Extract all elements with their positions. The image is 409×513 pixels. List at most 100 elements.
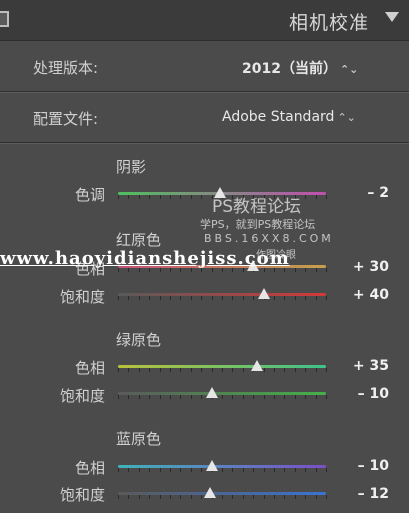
slider-label-blue-saturation: 饱和度 <box>59 486 105 504</box>
panel-toggle-icon[interactable] <box>0 11 9 27</box>
slider-tick <box>191 368 192 372</box>
slider-tick <box>326 495 327 499</box>
process-version-select[interactable]: 2012（当前） ⌃⌄ <box>242 58 358 78</box>
panel-title: 相机校准 <box>288 12 369 34</box>
updown-arrows-icon: ⌃⌄ <box>339 63 359 76</box>
slider-tick <box>305 195 306 199</box>
slider-tick <box>274 468 275 472</box>
slider-tick <box>274 395 275 399</box>
slider-tick <box>118 296 119 300</box>
blue-hue-value[interactable]: – 10 <box>358 458 389 474</box>
blue-saturation-value[interactable]: – 12 <box>358 486 389 502</box>
slider-label-green-hue: 色相 <box>74 359 105 377</box>
slider-tick <box>180 368 181 372</box>
slider-tick <box>316 268 317 272</box>
slider-label-green-saturation: 饱和度 <box>59 387 105 405</box>
slider-tick <box>253 296 254 300</box>
slider-tick <box>191 395 192 399</box>
red-saturation-value[interactable]: + 40 <box>353 287 389 303</box>
slider-tick <box>295 495 296 499</box>
slider-tick <box>326 395 327 399</box>
slider-tick <box>160 368 161 372</box>
slider-tick <box>326 296 327 300</box>
slider-tick <box>180 296 181 300</box>
slider-tick <box>118 195 119 199</box>
blue-saturation-thumb[interactable] <box>203 487 216 498</box>
slider-tick <box>326 468 327 472</box>
slider-label-blue-hue: 色相 <box>74 459 105 477</box>
panel-header[interactable]: 相机校准 <box>0 0 409 41</box>
slider-tick <box>139 468 140 472</box>
section-title-red-primary: 红原色 <box>116 231 162 249</box>
slider-tick <box>232 495 233 499</box>
slider-tick <box>139 368 140 372</box>
watermark-title: PS教程论坛 <box>212 197 302 217</box>
profile-select[interactable]: Adobe Standard ⌃⌄ <box>222 109 356 125</box>
slider-tick <box>180 195 181 199</box>
slider-tick <box>180 395 181 399</box>
slider-tick <box>180 495 181 499</box>
watermark-url: www.haoyidianshejiss.com <box>0 248 290 269</box>
green-hue-value[interactable]: + 35 <box>353 358 389 374</box>
camera-calibration-panel: 相机校准 处理版本: 2012（当前） ⌃⌄ 配置文件: Adobe Standa… <box>0 0 409 513</box>
slider-tick <box>305 368 306 372</box>
slider-tick <box>222 395 223 399</box>
green-hue-thumb[interactable] <box>251 360 264 371</box>
process-version-label: 处理版本: <box>33 59 99 77</box>
slider-tick <box>305 395 306 399</box>
slider-tick <box>284 495 285 499</box>
slider-tick <box>222 468 223 472</box>
slider-tick <box>128 395 129 399</box>
slider-tick <box>264 395 265 399</box>
slider-tick <box>305 268 306 272</box>
slider-tick <box>201 368 202 372</box>
slider-tick <box>118 468 119 472</box>
slider-tick <box>170 195 171 199</box>
divider <box>0 143 409 144</box>
slider-tick <box>232 468 233 472</box>
slider-tick <box>284 395 285 399</box>
slider-tick <box>212 368 213 372</box>
green-saturation-thumb[interactable] <box>205 387 218 398</box>
slider-tick <box>232 395 233 399</box>
slider-tick <box>232 368 233 372</box>
collapse-triangle-icon[interactable] <box>385 12 399 22</box>
watermark-domain: BBS.16XX8.COM <box>204 232 334 245</box>
red-hue-value[interactable]: + 30 <box>353 259 389 275</box>
slider-tick <box>305 495 306 499</box>
slider-tick <box>295 368 296 372</box>
red-saturation-thumb[interactable] <box>257 288 270 299</box>
slider-tick <box>118 495 119 499</box>
slider-tick <box>191 296 192 300</box>
slider-tick <box>149 468 150 472</box>
slider-tick <box>139 195 140 199</box>
slider-tick <box>170 296 171 300</box>
slider-tick <box>128 296 129 300</box>
slider-tick <box>316 296 317 300</box>
divider <box>0 92 409 93</box>
shadow-tint-value[interactable]: – 2 <box>367 185 389 201</box>
blue-hue-thumb[interactable] <box>205 460 218 471</box>
slider-tick <box>264 468 265 472</box>
slider-tick <box>191 468 192 472</box>
green-saturation-value[interactable]: – 10 <box>358 386 389 402</box>
slider-tick <box>316 195 317 199</box>
slider-tick <box>201 495 202 499</box>
slider-tick <box>170 468 171 472</box>
slider-tick <box>295 468 296 472</box>
slider-tick <box>160 468 161 472</box>
slider-tick <box>170 495 171 499</box>
slider-tick <box>316 495 317 499</box>
slider-tick <box>222 495 223 499</box>
slider-tick <box>295 268 296 272</box>
slider-tick <box>201 468 202 472</box>
slider-tick <box>274 296 275 300</box>
slider-tick <box>160 495 161 499</box>
slider-tick <box>284 296 285 300</box>
slider-tick <box>222 368 223 372</box>
profile-value: Adobe Standard <box>222 109 335 125</box>
slider-tick <box>264 495 265 499</box>
profile-label: 配置文件: <box>33 110 99 128</box>
slider-tick <box>253 495 254 499</box>
slider-label-shadow-tint: 色调 <box>74 186 105 204</box>
